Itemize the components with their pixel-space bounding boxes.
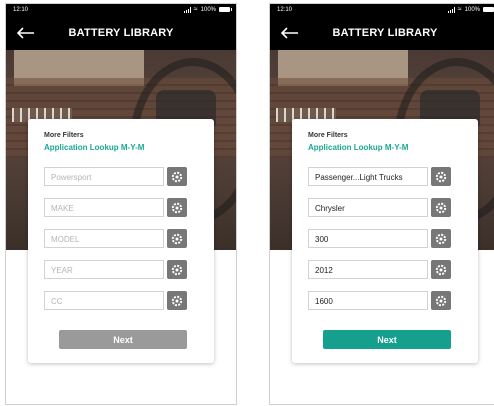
filter-card: More Filters Application Lookup M-Y-M Po…	[28, 119, 214, 363]
year-settings-button[interactable]	[167, 260, 187, 279]
signal-icon	[183, 6, 191, 13]
wifi-icon: ≈	[193, 6, 198, 13]
year-field[interactable]: 2012	[308, 260, 428, 279]
gear-icon	[435, 202, 447, 213]
gear-icon	[171, 264, 183, 275]
wifi-icon: ≈	[457, 6, 462, 13]
battery-icon	[219, 7, 232, 12]
make-settings-button[interactable]	[167, 198, 187, 217]
application-lookup-label: Application Lookup M-Y-M	[308, 143, 409, 152]
app-header: BATTERY LIBRARY	[270, 16, 494, 50]
page-title: BATTERY LIBRARY	[332, 27, 438, 39]
gear-icon	[171, 295, 183, 306]
page-title: BATTERY LIBRARY	[68, 27, 174, 39]
application-lookup-label: Application Lookup M-Y-M	[44, 143, 145, 152]
next-button[interactable]: Next	[323, 330, 451, 349]
category-settings-button[interactable]	[431, 167, 451, 186]
make-settings-button[interactable]	[431, 198, 451, 217]
cc-settings-button[interactable]	[167, 291, 187, 310]
category-field[interactable]: Passenger...Light Trucks	[308, 167, 428, 186]
phone-screen-left: 12:10 ≈ 100% BATTERY LIBRARY More Filter…	[5, 3, 237, 405]
signal-icon	[447, 6, 455, 13]
status-icons: ≈ 100%	[447, 6, 494, 13]
gear-icon	[171, 233, 183, 244]
battery-percent: 100%	[464, 6, 480, 13]
model-field[interactable]: 300	[308, 229, 428, 248]
gear-icon	[171, 202, 183, 213]
model-field[interactable]: MODEL	[44, 229, 164, 248]
model-settings-button[interactable]	[431, 229, 451, 248]
gear-icon	[435, 264, 447, 275]
more-filters-label: More Filters	[308, 132, 348, 139]
year-field[interactable]: YEAR	[44, 260, 164, 279]
status-time: 12:10	[277, 7, 293, 13]
cc-field[interactable]: 1600	[308, 291, 428, 310]
category-field[interactable]: Powersport	[44, 167, 164, 186]
cc-field[interactable]: CC	[44, 291, 164, 310]
gear-icon	[435, 233, 447, 244]
gear-icon	[435, 295, 447, 306]
phone-screen-right: 12:10 ≈ 100% BATTERY LIBRARY More Filter…	[269, 3, 494, 405]
year-settings-button[interactable]	[431, 260, 451, 279]
status-bar: 12:10 ≈ 100%	[6, 4, 236, 16]
status-icons: ≈ 100%	[183, 6, 232, 13]
more-filters-label: More Filters	[44, 132, 84, 139]
model-settings-button[interactable]	[167, 229, 187, 248]
gear-icon	[171, 171, 183, 182]
make-field[interactable]: Chrysler	[308, 198, 428, 217]
make-field[interactable]: MAKE	[44, 198, 164, 217]
filter-card: More Filters Application Lookup M-Y-M Pa…	[292, 119, 478, 363]
app-header: BATTERY LIBRARY	[6, 16, 236, 50]
status-time: 12:10	[13, 7, 29, 13]
next-button[interactable]: Next	[59, 330, 187, 349]
cc-settings-button[interactable]	[431, 291, 451, 310]
battery-percent: 100%	[200, 6, 216, 13]
category-settings-button[interactable]	[167, 167, 187, 186]
gear-icon	[435, 171, 447, 182]
status-bar: 12:10 ≈ 100%	[270, 4, 494, 16]
battery-icon	[483, 7, 494, 12]
